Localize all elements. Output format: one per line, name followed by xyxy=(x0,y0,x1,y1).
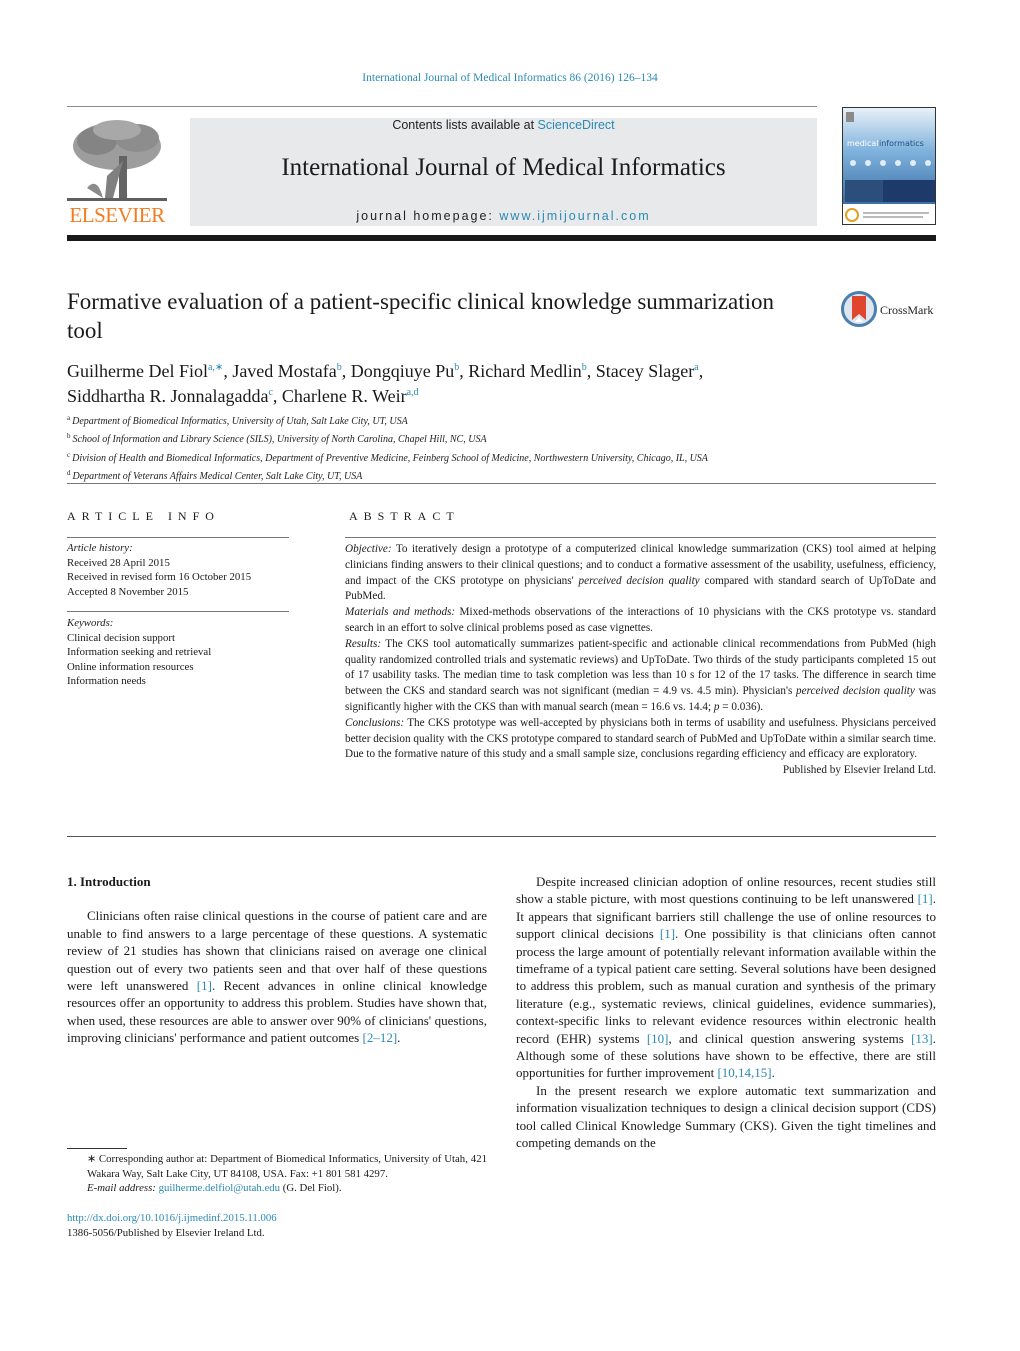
author[interactable]: Stacey Slagera xyxy=(596,361,699,381)
email-link[interactable]: guilherme.delfiol@utah.edu xyxy=(159,1182,280,1194)
homepage-link[interactable]: www.ijmijournal.com xyxy=(499,209,650,223)
history-item: Received in revised form 16 October 2015 xyxy=(67,571,252,583)
sciencedirect-link[interactable]: ScienceDirect xyxy=(538,118,615,132)
citation-link[interactable]: [10] xyxy=(647,1031,669,1046)
elsevier-tree-icon xyxy=(67,120,167,201)
cover-title-a: medical xyxy=(847,139,879,148)
section-divider xyxy=(67,483,936,484)
paragraph: Despite increased clinician adoption of … xyxy=(516,874,937,1081)
citation-link[interactable]: [1] xyxy=(918,891,933,906)
keywords-divider xyxy=(67,611,289,612)
author[interactable]: Siddhartha R. Jonnalagaddac xyxy=(67,386,273,406)
abstract-methods: Materials and methods: Mixed-methods obs… xyxy=(345,606,936,634)
journal-homepage: journal homepage: www.ijmijournal.com xyxy=(190,209,817,223)
contents-line: Contents lists available at ScienceDirec… xyxy=(190,118,817,132)
doi-block: http://dx.doi.org/10.1016/j.ijmedinf.201… xyxy=(67,1211,487,1240)
keywords: Keywords: Clinical decision support Info… xyxy=(67,616,292,689)
abstract-heading: ABSTRACT xyxy=(349,509,460,523)
paragraph: Clinicians often raise clinical question… xyxy=(67,908,487,1046)
crossmark-badge[interactable]: CrossMark xyxy=(840,290,940,330)
journal-reference[interactable]: International Journal of Medical Informa… xyxy=(0,72,1020,84)
author[interactable]: Richard Medlinb xyxy=(468,361,586,381)
journal-title: International Journal of Medical Informa… xyxy=(281,154,726,181)
keyword[interactable]: Clinical decision support xyxy=(67,631,292,646)
author[interactable]: Guilherme Del Fiola,∗ xyxy=(67,361,223,381)
abstract-conclusions: Conclusions: The CKS prototype was well-… xyxy=(345,716,936,761)
footnote-divider xyxy=(67,1148,127,1149)
article-info-heading: ARTICLE INFO xyxy=(67,509,220,523)
contents-prefix: Contents lists available at xyxy=(392,118,538,132)
issn-line: 1386-5056/Published by Elsevier Ireland … xyxy=(67,1226,265,1239)
citation-link[interactable]: [2–12] xyxy=(362,1030,397,1045)
homepage-prefix: journal homepage: xyxy=(356,209,500,223)
journal-cover-thumbnail[interactable]: medical informatics xyxy=(842,107,936,225)
keyword[interactable]: Information seeking and retrieval xyxy=(67,645,292,660)
email-line: E-mail address: guilherme.delfiol@utah.e… xyxy=(87,1182,342,1194)
article-title: Formative evaluation of a patient-specif… xyxy=(67,289,775,343)
citation-link[interactable]: [13] xyxy=(911,1031,933,1046)
body-column-right: Despite increased clinician adoption of … xyxy=(516,873,936,1152)
affiliation: b School of Information and Library Scien… xyxy=(67,432,487,446)
author[interactable]: Javed Mostafab xyxy=(232,361,341,381)
cover-title-b: informatics xyxy=(879,139,924,148)
doi-link[interactable]: http://dx.doi.org/10.1016/j.ijmedinf.201… xyxy=(67,1211,487,1226)
affiliations: a Department of Biomedical Informatics, U… xyxy=(67,411,947,484)
elsevier-logo[interactable]: ELSEVIER xyxy=(67,116,167,228)
crossmark-label: CrossMark xyxy=(880,303,934,317)
corresponding-author-footnote: ∗ Corresponding author at: Department of… xyxy=(67,1152,487,1196)
article-info-divider xyxy=(67,537,289,538)
history-label: Article history: xyxy=(67,542,133,554)
article-history: Article history: Received 28 April 2015 … xyxy=(67,541,292,599)
paragraph: In the present research we explore autom… xyxy=(516,1082,936,1151)
abstract-results: Results: The CKS tool automatically summ… xyxy=(345,637,936,713)
header-thick-divider xyxy=(67,235,936,241)
abstract-body: Objective: To iteratively design a proto… xyxy=(345,542,936,779)
corresponding-author-note: ∗ Corresponding author at: Department of… xyxy=(87,1153,487,1180)
crossmark-icon xyxy=(841,291,877,327)
author[interactable]: Charlene R. Weira,d xyxy=(282,386,419,406)
history-item: Received 28 April 2015 xyxy=(67,556,170,569)
affiliation: d Department of Veterans Affairs Medical … xyxy=(67,468,363,482)
top-divider xyxy=(67,106,817,107)
keyword[interactable]: Information needs xyxy=(67,674,292,689)
affiliation: a Department of Biomedical Informatics, U… xyxy=(67,414,408,427)
published-by: Published by Elsevier Ireland Ltd. xyxy=(782,764,936,777)
elsevier-wordmark: ELSEVIER xyxy=(69,203,165,227)
affiliation: c Division of Health and Biomedical Infor… xyxy=(67,450,708,464)
abstract-objective: Objective: To iteratively design a proto… xyxy=(345,543,937,603)
journal-cover-image-icon: medical informatics xyxy=(843,108,935,224)
body-divider xyxy=(67,836,936,837)
citation-link[interactable]: [10,14,15] xyxy=(717,1065,771,1080)
citation-link[interactable]: [1] xyxy=(660,926,675,941)
keywords-label: Keywords: xyxy=(67,617,114,629)
keyword[interactable]: Online information resources xyxy=(67,660,292,675)
section-title-introduction: 1. Introduction xyxy=(67,874,151,889)
citation-link[interactable]: [1] xyxy=(197,978,212,993)
body-column-left: 1. Introduction Clinicians often raise c… xyxy=(67,873,487,1047)
abstract-divider xyxy=(345,537,936,538)
author[interactable]: Dongqiuye Pub xyxy=(351,361,460,381)
journal-masthead: Contents lists available at ScienceDirec… xyxy=(190,118,817,226)
author-list: Guilherme Del Fiola,∗, Javed Mostafab, D… xyxy=(67,361,704,406)
history-item: Accepted 8 November 2015 xyxy=(67,585,189,598)
